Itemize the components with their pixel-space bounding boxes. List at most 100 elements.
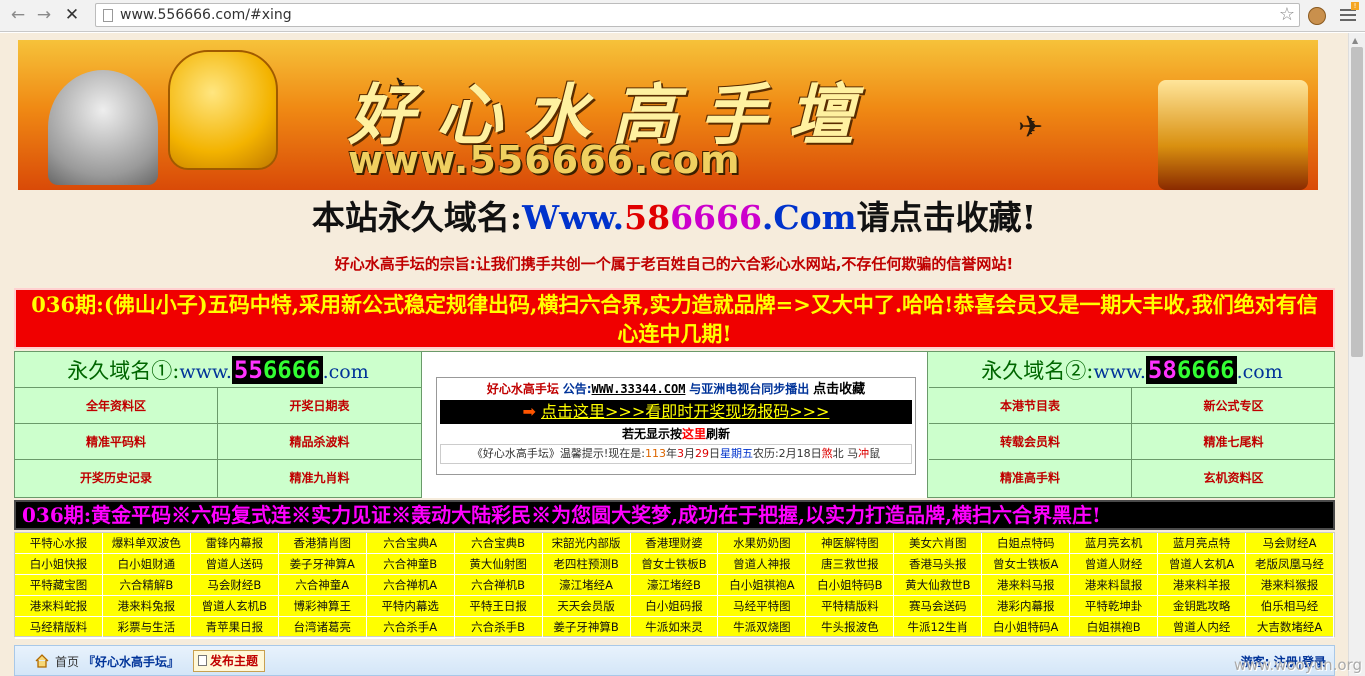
back-icon[interactable]: ←	[8, 5, 28, 25]
category-link[interactable]: 金钥匙攻略	[1158, 596, 1247, 617]
category-link[interactable]: 黄大仙救世B	[894, 575, 983, 596]
link-item[interactable]: 精准七尾料	[1132, 424, 1335, 460]
category-link[interactable]: 港来料兔报	[102, 596, 191, 617]
category-link[interactable]: 白姐祺袍B	[1070, 617, 1159, 638]
category-link[interactable]: 曾道人玄机A	[1158, 554, 1247, 575]
category-link[interactable]: 香港理财婆	[630, 533, 719, 554]
category-link[interactable]: 黄大仙射图	[454, 554, 543, 575]
announce-url[interactable]: WWW.33344.COM	[592, 382, 686, 396]
category-link[interactable]: 曾道人神报	[718, 554, 807, 575]
category-link[interactable]: 港来料蛇报	[15, 596, 103, 617]
refresh-link[interactable]: 这里	[682, 427, 706, 441]
category-link[interactable]: 平特内幕选	[366, 596, 455, 617]
category-link[interactable]: 爆料单双波色	[102, 533, 191, 554]
category-link[interactable]: 蓝月亮点特	[1158, 533, 1247, 554]
category-link[interactable]: 平特乾坤卦	[1070, 596, 1159, 617]
category-link[interactable]: 神医解特图	[806, 533, 895, 554]
category-link[interactable]: 博彩神算王	[278, 596, 367, 617]
forward-icon[interactable]: →	[34, 5, 54, 25]
vertical-scrollbar[interactable]: ▲	[1348, 33, 1365, 676]
link-item[interactable]: 新公式专区	[1132, 388, 1335, 424]
category-link[interactable]: 姜子牙神算B	[542, 617, 631, 638]
category-link[interactable]: 大吉数堵经B	[15, 638, 103, 639]
category-link[interactable]: 白姐点特码	[982, 533, 1071, 554]
category-link[interactable]: 白小姐财通	[102, 554, 191, 575]
category-link[interactable]: 曾道人财经	[1070, 554, 1159, 575]
category-link[interactable]: 老版凤凰马经	[1246, 554, 1334, 575]
scroll-up-icon[interactable]: ▲	[1352, 36, 1358, 45]
category-link[interactable]: 六合宝典B	[454, 533, 543, 554]
permanent-domain-line[interactable]: 本站永久域名:Www.586666.Com请点击收藏!	[0, 191, 1348, 239]
category-link[interactable]: 港来料马报	[982, 575, 1071, 596]
link-item[interactable]: 全年资料区	[15, 388, 218, 424]
category-link[interactable]: 台湾诸葛亮	[278, 617, 367, 638]
favorite-link[interactable]: 点击收藏	[813, 382, 865, 397]
category-link[interactable]: 牛头报波色	[806, 617, 895, 638]
category-link[interactable]: 六合精解B	[102, 575, 191, 596]
category-link[interactable]: 平特心水报	[15, 533, 103, 554]
category-link[interactable]: 赌经报A	[278, 638, 367, 639]
category-link[interactable]: 白小姐特码B	[806, 575, 895, 596]
category-link[interactable]: 蓝月亮玄机	[1070, 533, 1159, 554]
category-link[interactable]: 曾道人玄机B	[190, 596, 279, 617]
link-item[interactable]: 转载会员料	[929, 424, 1132, 460]
category-link[interactable]: 白小姐特码A	[982, 617, 1071, 638]
category-link[interactable]: 天天会员版	[542, 596, 631, 617]
link-item[interactable]: 本港节目表	[929, 388, 1132, 424]
announce-site[interactable]: 好心水高手坛	[487, 382, 559, 396]
category-link[interactable]: 香港猜肖图	[278, 533, 367, 554]
breadcrumb-forum[interactable]: 『好心水高手坛』	[83, 655, 179, 669]
category-link[interactable]: 牛派双烧图	[718, 617, 807, 638]
breadcrumb-home[interactable]: 首页	[55, 655, 79, 669]
category-link[interactable]: 六合宝典A	[366, 533, 455, 554]
category-link[interactable]: 马经精版料	[15, 617, 103, 638]
category-link[interactable]: 港来料猴报	[1246, 575, 1334, 596]
category-link[interactable]: 白小姐快报	[15, 554, 103, 575]
category-link[interactable]: 港彩内幕报	[982, 596, 1071, 617]
category-link[interactable]: 土地公码报B	[190, 638, 279, 639]
category-link[interactable]: 白小姐码报	[630, 596, 719, 617]
category-link[interactable]: 牛派如来灵	[630, 617, 719, 638]
category-link[interactable]: 濠江堵经A	[542, 575, 631, 596]
link-item[interactable]: 精准九肖料	[218, 460, 421, 497]
link-item[interactable]: 开奖日期表	[218, 388, 421, 424]
link-item[interactable]: 玄机资料区	[1132, 460, 1335, 497]
category-link[interactable]: 赌经报B	[366, 638, 455, 639]
category-link[interactable]: 赛马会送码	[894, 596, 983, 617]
category-link[interactable]: 濠江堵经B	[630, 575, 719, 596]
category-link[interactable]: 马会财经A	[1246, 533, 1334, 554]
category-link[interactable]: 六合杀手B	[454, 617, 543, 638]
category-link[interactable]: 白小姐祺袍A	[718, 575, 807, 596]
category-link[interactable]: 香港马头报	[894, 554, 983, 575]
category-link[interactable]: 港来料鼠报	[1070, 575, 1159, 596]
cookie-extension-icon[interactable]	[1308, 7, 1326, 25]
category-link[interactable]: 曾道人内经	[1158, 617, 1247, 638]
link-item[interactable]: 开奖历史记录	[15, 460, 218, 497]
link-item[interactable]: 精准高手料	[929, 460, 1132, 497]
category-link[interactable]: 六合神童A	[278, 575, 367, 596]
category-link[interactable]: 老四柱预测B	[542, 554, 631, 575]
category-link[interactable]: 六合禅机A	[366, 575, 455, 596]
category-link[interactable]: 六合禅机B	[454, 575, 543, 596]
category-link[interactable]: 水果奶奶图	[718, 533, 807, 554]
category-link[interactable]: 彩票与生活	[102, 617, 191, 638]
category-link[interactable]: 六合神童B	[366, 554, 455, 575]
category-link[interactable]: 土地公码报A	[102, 638, 191, 639]
category-link[interactable]: 唐三救世报	[806, 554, 895, 575]
category-link[interactable]: 姜子牙神算A	[278, 554, 367, 575]
category-link[interactable]: 大吉数堵经A	[1246, 617, 1334, 638]
category-link[interactable]: 曾女士铁板B	[630, 554, 719, 575]
scroll-thumb[interactable]	[1351, 47, 1363, 357]
category-link[interactable]: 平特王日报	[454, 596, 543, 617]
category-link[interactable]: 曾女士铁板A	[982, 554, 1071, 575]
left-domain[interactable]: 永久域名①:www.556666 .com	[15, 352, 421, 388]
link-item[interactable]: 精品杀波料	[218, 424, 421, 460]
category-link[interactable]: 青苹果日报	[190, 617, 279, 638]
live-draw-link[interactable]: ➡ 点击这里>>>看即时开奖现场报码>>>	[440, 400, 912, 424]
category-link[interactable]: 平特藏宝图	[15, 575, 103, 596]
category-link[interactable]: 曾道人送码	[190, 554, 279, 575]
address-bar[interactable]: www.556666.com/#xing ☆	[95, 3, 1300, 27]
url-text[interactable]: www.556666.com/#xing	[120, 7, 292, 23]
bookmark-star-icon[interactable]: ☆	[1279, 4, 1295, 26]
category-link[interactable]: 伯乐相马经	[1246, 596, 1334, 617]
